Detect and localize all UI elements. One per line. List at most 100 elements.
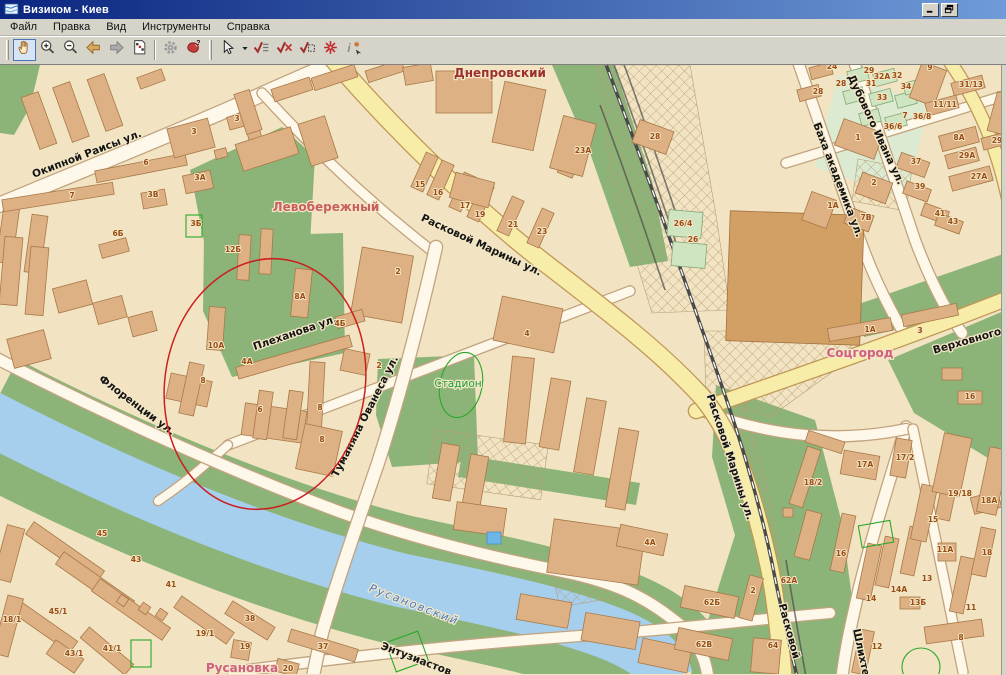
- building-number: 20: [283, 664, 294, 673]
- building-number: 11/11: [933, 100, 957, 109]
- symbols-tool-button[interactable]: [319, 39, 342, 61]
- building-number: 19: [475, 210, 486, 219]
- building-number: 3: [191, 127, 196, 136]
- map-label-district: Днепровский: [454, 66, 546, 80]
- select-tool-dropdown-button[interactable]: [239, 39, 250, 61]
- zoom-in-button[interactable]: [36, 39, 59, 61]
- building-number: 13Б: [910, 598, 927, 607]
- building-number: 16: [836, 549, 847, 558]
- toolbar: ?i: [0, 36, 1006, 65]
- map-label-district: Левобережный: [273, 200, 380, 214]
- building-number: 8: [958, 633, 963, 642]
- building-number: 19: [240, 642, 251, 651]
- map-viewport[interactable]: Днепровский Левобережный Соцгород Русановка…: [0, 65, 1006, 675]
- building-number: 16: [965, 392, 976, 401]
- settings-button[interactable]: [159, 39, 182, 61]
- arrow-right-icon: [108, 39, 125, 61]
- history-back-button[interactable]: [82, 39, 105, 61]
- building-number: 10А: [208, 341, 225, 350]
- building-number: 17А: [857, 460, 874, 469]
- building-number: 8: [317, 403, 322, 412]
- pan-tool-button[interactable]: [13, 39, 36, 61]
- building-number: 64: [768, 641, 779, 650]
- building-number: 19/18: [948, 489, 972, 498]
- building-number: 18/2: [804, 478, 823, 487]
- map-label-district: Русановка: [206, 661, 278, 674]
- menu-item-0[interactable]: Файл: [2, 20, 45, 34]
- building-number: 3А: [194, 173, 205, 182]
- title-bar[interactable]: Визиком - Киев: [0, 0, 1006, 19]
- svg-text:?: ?: [196, 40, 200, 47]
- building-number: 45/1: [49, 607, 68, 616]
- building-number: 4Б: [334, 319, 345, 328]
- menu-item-1[interactable]: Правка: [45, 20, 98, 34]
- fit-page-button[interactable]: [128, 39, 151, 61]
- building-number: 17/2: [896, 453, 915, 462]
- check-rect-icon: [299, 39, 316, 61]
- building-number: 4А: [644, 538, 655, 547]
- building-number: 29: [864, 66, 875, 75]
- building-number: 4: [524, 329, 529, 338]
- check-list-icon: [253, 39, 270, 61]
- page-icon: [131, 39, 148, 61]
- menu-item-2[interactable]: Вид: [98, 20, 134, 34]
- select-tool-button[interactable]: [216, 39, 239, 61]
- building-number: 1: [855, 133, 860, 142]
- object-info-button[interactable]: i: [342, 39, 365, 61]
- building-number: 45: [97, 529, 108, 538]
- history-forward-button[interactable]: [105, 39, 128, 61]
- window-title: Визиком - Киев: [23, 4, 922, 16]
- building-number: 23А: [575, 146, 592, 155]
- minimize-icon: [925, 1, 936, 19]
- route-list-button[interactable]: [250, 39, 273, 61]
- zoom-out-button[interactable]: [59, 39, 82, 61]
- map-canvas[interactable]: Днепровский Левобережный Соцгород Русановка…: [0, 65, 1006, 674]
- toolbar-grip: [6, 40, 9, 60]
- building-number: 9: [927, 65, 932, 72]
- menu-item-3[interactable]: Инструменты: [134, 20, 219, 34]
- building-number: 14А: [891, 585, 908, 594]
- building-number: 36/8: [913, 112, 932, 121]
- building-number: 32: [892, 71, 903, 80]
- building-number: 3В: [147, 190, 158, 199]
- info-icon: i: [345, 39, 362, 61]
- building-number: 13: [922, 574, 933, 583]
- route-area-button[interactable]: [296, 39, 319, 61]
- building-number: 3: [234, 114, 239, 123]
- window-frame-right: [1001, 65, 1006, 675]
- building-number: 21: [508, 220, 519, 229]
- building-number: 26/4: [674, 219, 693, 228]
- building-number: 23: [537, 227, 548, 236]
- building-number: 2: [750, 586, 755, 595]
- building-number: 18А: [981, 496, 998, 505]
- building-number: 8А: [294, 292, 305, 301]
- building-number: 39: [915, 182, 926, 191]
- zoom-out-icon: [62, 39, 79, 61]
- minimize-button[interactable]: [922, 3, 939, 17]
- building-number: 16: [433, 188, 444, 197]
- building-number: 37: [911, 157, 922, 166]
- building-number: 29А: [959, 151, 976, 160]
- find-red-icon: ?: [185, 39, 202, 61]
- building-number: 3: [917, 326, 922, 335]
- building-number: 3Б: [190, 219, 201, 228]
- find-object-button[interactable]: ?: [182, 39, 205, 61]
- svg-text:i: i: [347, 42, 351, 55]
- building-number: 6: [143, 158, 148, 167]
- restore-button[interactable]: [941, 3, 958, 17]
- toolbar-grip: [209, 40, 212, 60]
- building-number: 14: [866, 594, 877, 603]
- app-icon: [4, 2, 19, 17]
- building-number: 43: [131, 555, 142, 564]
- building-number: 12: [872, 642, 883, 651]
- map-label-district: Соцгород: [827, 346, 894, 360]
- check-x-icon: [276, 39, 293, 61]
- building-number: 4А: [241, 357, 252, 366]
- menu-item-4[interactable]: Справка: [219, 20, 278, 34]
- building-number: 28: [836, 79, 847, 88]
- route-delete-button[interactable]: [273, 39, 296, 61]
- building-number: 15: [415, 180, 426, 189]
- building-number: 8: [200, 376, 205, 385]
- building-number: 18/1: [3, 615, 22, 624]
- building-number: 26: [688, 235, 699, 244]
